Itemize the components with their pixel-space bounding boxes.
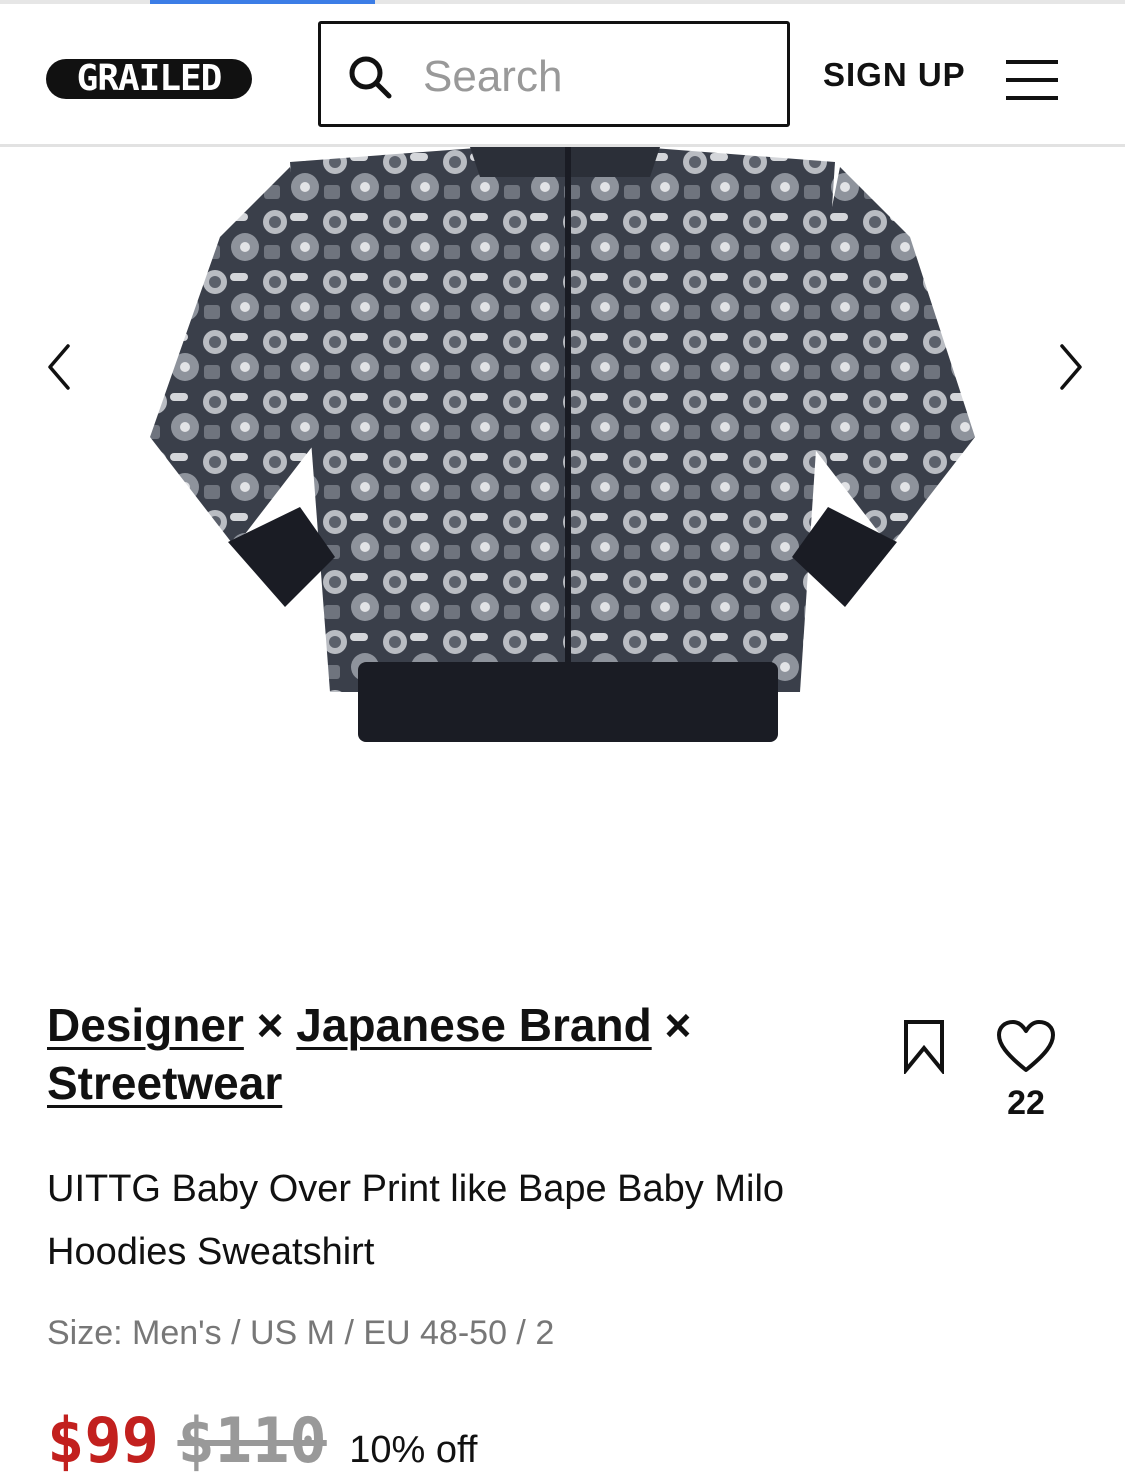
chevron-left-icon[interactable] [40, 342, 80, 392]
signup-button[interactable]: SIGN UP [823, 56, 966, 94]
size-info: Size: Men's / US M / EU 48-50 / 2 [47, 1314, 555, 1352]
listing-title: UITTG Baby Over Print like Bape Baby Mil… [47, 1168, 785, 1273]
product-image[interactable] [140, 147, 985, 747]
price-row: $99 $110 10% off [47, 1404, 478, 1477]
search-input[interactable] [421, 42, 775, 112]
discount-label: 10% off [349, 1429, 478, 1471]
search-icon[interactable] [347, 54, 393, 100]
heart-icon[interactable] [996, 1020, 1056, 1074]
current-price: $99 [47, 1404, 159, 1477]
designer-link-japanese-brand[interactable]: Japanese Brand [296, 999, 651, 1051]
designer-separator: × [256, 999, 284, 1051]
product-gallery [0, 147, 1125, 967]
original-price: $110 [177, 1404, 327, 1477]
search-box[interactable] [318, 21, 790, 127]
chevron-right-icon[interactable] [1050, 342, 1090, 392]
like-count: 22 [1007, 1084, 1045, 1122]
menu-icon[interactable] [1006, 58, 1058, 102]
site-header: GRAILED SIGN UP [0, 4, 1125, 147]
designer-links: Designer × Japanese Brand × Streetwear [47, 996, 727, 1112]
designer-link-streetwear[interactable]: Streetwear [47, 1057, 282, 1109]
designer-link-designer[interactable]: Designer [47, 999, 244, 1051]
designer-separator: × [664, 999, 692, 1051]
bookmark-icon[interactable] [900, 1018, 948, 1074]
logo[interactable]: GRAILED [46, 59, 252, 99]
